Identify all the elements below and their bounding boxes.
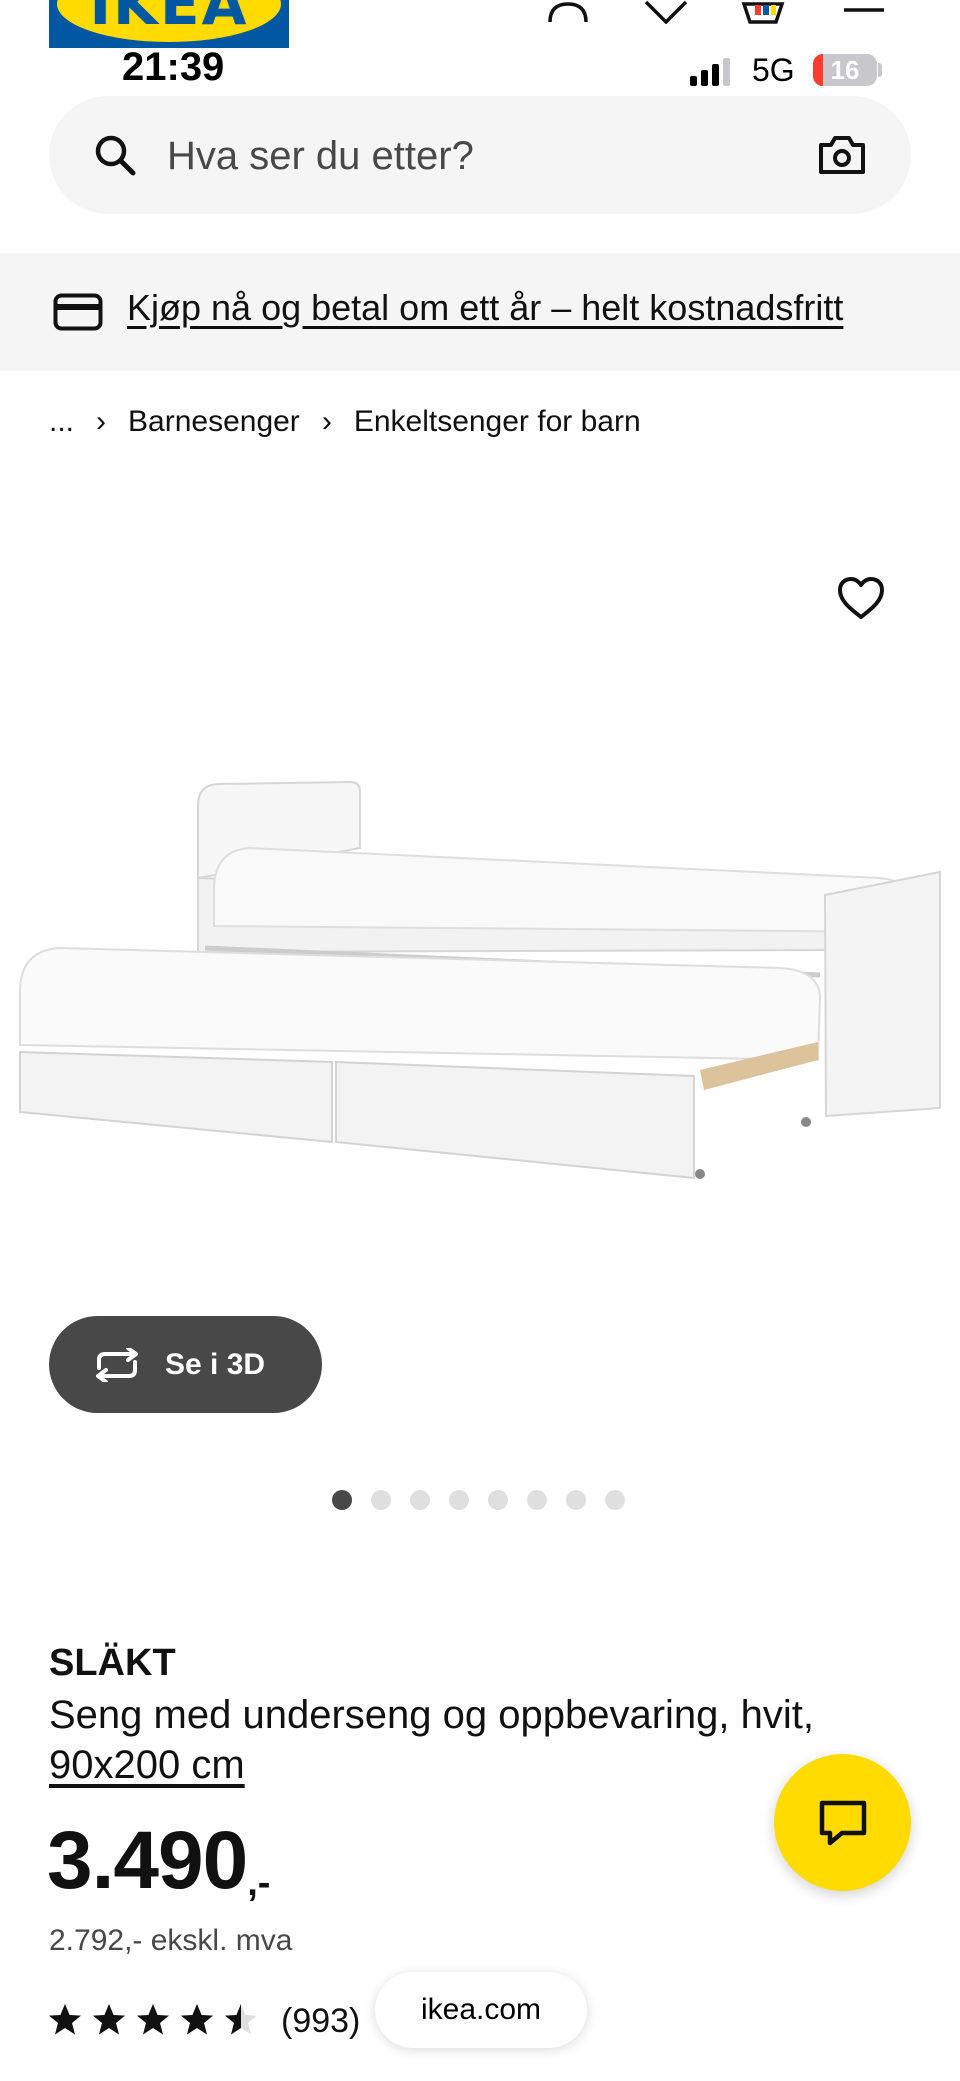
breadcrumb-separator: › xyxy=(96,405,107,438)
ikea-logo[interactable]: IKEA xyxy=(49,0,289,48)
basket-icon[interactable] xyxy=(741,0,785,24)
chat-button[interactable] xyxy=(774,1754,911,1891)
carousel-dot[interactable] xyxy=(605,1490,625,1510)
payment-banner[interactable]: Kjøp nå og betal om ett år – helt kostna… xyxy=(0,253,960,371)
heart-icon[interactable] xyxy=(836,575,886,621)
battery-level: 16 xyxy=(830,55,860,85)
carousel-dot[interactable] xyxy=(449,1490,469,1510)
battery-nub xyxy=(878,63,882,77)
image-carousel-dots xyxy=(332,1490,625,1510)
star-icon xyxy=(137,2004,169,2035)
favourites-icon[interactable] xyxy=(644,0,688,24)
carousel-dot[interactable] xyxy=(410,1490,430,1510)
view-in-3d-button[interactable]: Se i 3D xyxy=(49,1316,322,1413)
status-time: 21:39 xyxy=(122,45,225,89)
breadcrumb-separator: › xyxy=(321,405,332,438)
carousel-dot[interactable] xyxy=(488,1490,508,1510)
star-icon xyxy=(225,2004,257,2035)
review-count[interactable]: (993) xyxy=(281,2002,360,2041)
browser-url-pill[interactable]: ikea.com xyxy=(375,1972,587,2048)
chat-icon xyxy=(819,1800,867,1846)
search-icon[interactable] xyxy=(93,133,137,177)
price-excluding-vat: 2.792,- ekskl. mva xyxy=(49,1924,293,1957)
rating-stars[interactable] xyxy=(47,2002,259,2038)
search-bar[interactable]: Hva ser du etter? xyxy=(49,96,911,214)
network-type: 5G xyxy=(752,52,795,88)
carousel-dot[interactable] xyxy=(332,1490,352,1510)
signal-icon xyxy=(690,58,730,86)
price-value: 3.490 xyxy=(47,1815,248,1906)
rotate-3d-icon xyxy=(96,1347,138,1382)
breadcrumb: ... › Barnesenger › Enkeltsenger for bar… xyxy=(49,402,641,442)
breadcrumb-more[interactable]: ... xyxy=(49,405,74,439)
payment-banner-link[interactable]: Kjøp nå og betal om ett år – helt kostna… xyxy=(127,287,843,329)
product-description-text: Seng med underseng og oppbevaring, hvit, xyxy=(49,1693,814,1737)
product-image[interactable] xyxy=(0,760,960,1200)
star-icon xyxy=(93,2004,125,2035)
credit-card-icon xyxy=(53,293,103,331)
product-description: Seng med underseng og oppbevaring, hvit,… xyxy=(49,1690,869,1790)
product-size-link[interactable]: 90x200 cm xyxy=(49,1740,245,1790)
battery-indicator: 16 xyxy=(813,54,877,86)
product-price: 3.490 ,- xyxy=(47,1820,270,1905)
carousel-dot[interactable] xyxy=(527,1490,547,1510)
search-input[interactable]: Hva ser du etter? xyxy=(167,134,474,179)
menu-icon[interactable] xyxy=(842,0,886,24)
camera-icon[interactable] xyxy=(817,133,867,177)
view-in-3d-label: Se i 3D xyxy=(165,1347,266,1381)
carousel-dot[interactable] xyxy=(566,1490,586,1510)
profile-icon[interactable] xyxy=(546,0,590,24)
price-suffix: ,- xyxy=(247,1862,271,1904)
product-name: SLÄKT xyxy=(49,1642,176,1684)
breadcrumb-barnesenger[interactable]: Barnesenger xyxy=(128,405,300,439)
logo-text: IKEA xyxy=(89,0,249,38)
star-icon xyxy=(49,2004,81,2035)
carousel-dot[interactable] xyxy=(371,1490,391,1510)
breadcrumb-enkeltsenger[interactable]: Enkeltsenger for barn xyxy=(354,405,641,439)
star-icon xyxy=(181,2004,213,2035)
